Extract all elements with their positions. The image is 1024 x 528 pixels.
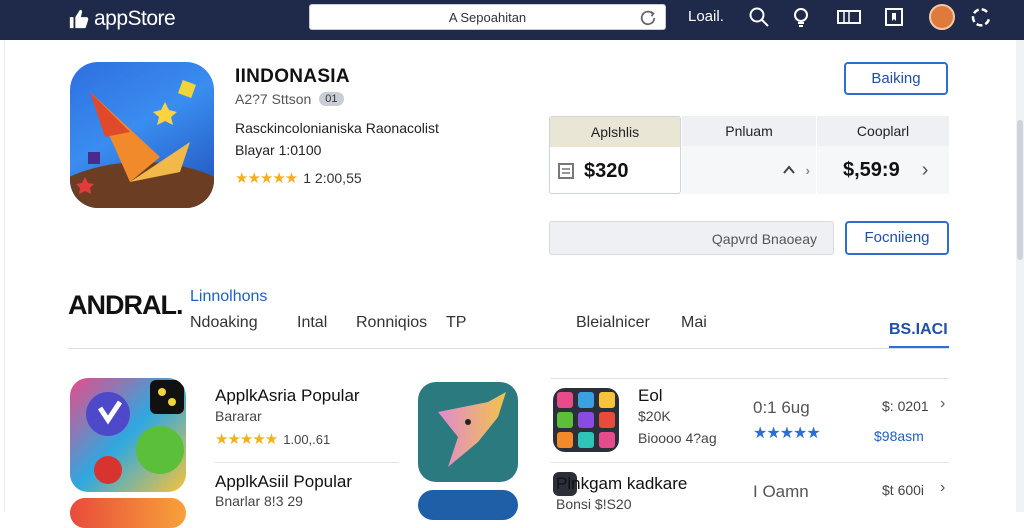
chevron-right-icon[interactable]: › xyxy=(940,395,945,413)
list-item-subtitle: $20K xyxy=(638,408,671,424)
list-item-title[interactable]: ApplkAsiil Popular xyxy=(215,472,352,492)
logo-text: appStore xyxy=(94,7,176,30)
price-value-text: $320 xyxy=(584,159,629,182)
chevron-right-icon[interactable]: › xyxy=(940,479,945,497)
refresh-icon[interactable] xyxy=(970,6,992,28)
list-item-subtitle: Bnarlar 8!3 29 xyxy=(215,493,303,509)
app-meta: A2?7 Sttson 01 xyxy=(235,91,344,107)
list-item-icon[interactable] xyxy=(70,498,186,528)
tab-active[interactable]: BS.IACI xyxy=(889,321,948,339)
rating-stars: ★★★★★ xyxy=(235,170,298,187)
list-item-score: I Oamn xyxy=(753,482,809,501)
search-bar[interactable]: A Sepoahitan xyxy=(309,4,666,30)
rating-text: 1 2:00,55 xyxy=(303,170,362,186)
price-column-header: Aplshlis xyxy=(550,117,680,147)
chevron-right-icon: › xyxy=(805,162,810,178)
price-column-header: Cooplarl xyxy=(817,116,949,146)
app-store-logo[interactable]: appStore xyxy=(68,5,176,33)
list-item-icon[interactable] xyxy=(418,490,518,520)
search-icon[interactable] xyxy=(748,6,770,28)
list-divider xyxy=(551,378,949,379)
tab-bleialnicer[interactable]: Bleialnicer xyxy=(576,314,650,332)
list-divider xyxy=(551,462,949,463)
price-table: Aplshlis $320 Pnluam › Cooplarl $,59:9 › xyxy=(549,116,949,194)
price-column-2[interactable]: Pnluam › xyxy=(682,116,816,194)
top-right-button[interactable]: Baiking xyxy=(844,62,948,95)
app-grid-icon xyxy=(557,392,615,448)
list-item-subtitle: Bararar xyxy=(215,408,262,424)
tab-tp[interactable]: TP xyxy=(446,314,466,332)
price-value: $320 xyxy=(550,147,680,195)
section-link[interactable]: Linnolhons xyxy=(190,288,267,306)
list-item-subtitle: Bonsi $!S20 xyxy=(556,496,632,512)
rocket-icon xyxy=(70,80,214,208)
list-item-title[interactable]: ApplkAsria Popular xyxy=(215,386,360,406)
promo-field-text: Qapvrd Bnaoeay xyxy=(711,231,817,247)
app-meta-text: A2?7 Sttson xyxy=(235,91,312,107)
list-item-icon[interactable] xyxy=(70,378,186,492)
price-value-text: $,59:9 xyxy=(843,158,900,181)
app-collage-icon xyxy=(86,380,184,484)
caret-up-icon xyxy=(782,165,795,174)
app-title: IINDONASIA xyxy=(235,66,350,87)
tab-mai[interactable]: Mai xyxy=(681,314,707,332)
refresh-icon[interactable] xyxy=(639,9,657,27)
list-item-subtitle: Bioooo 4?ag xyxy=(638,430,717,446)
list-item-title[interactable]: Eol xyxy=(638,386,663,406)
left-border xyxy=(4,40,5,512)
list-divider xyxy=(215,462,399,463)
list-item-price: $t 600i xyxy=(882,482,925,498)
list-icon xyxy=(558,163,574,179)
promo-field[interactable]: Qapvrd Bnaoeay xyxy=(549,221,834,255)
rating-text: 1.00,.61 xyxy=(283,431,331,447)
app-developer: Blayar 1:0100 xyxy=(235,142,322,158)
list-item-icon[interactable] xyxy=(553,388,619,452)
bird-app-icon[interactable] xyxy=(418,382,518,482)
tab-ronniqios[interactable]: Ronniqios xyxy=(356,314,427,332)
app-description: Rasckincolonianiska Raonacolist xyxy=(235,120,439,136)
scrollbar-thumb[interactable] xyxy=(1017,120,1023,260)
price-column-3[interactable]: Cooplarl $,59:9 › xyxy=(817,116,949,194)
rating-stars: ★★★★★ xyxy=(215,431,278,448)
list-item-score: 0:1 6ug xyxy=(753,398,810,417)
thumbs-up-icon xyxy=(69,9,89,29)
price-value: › xyxy=(682,146,816,194)
price-column-1[interactable]: Aplshlis $320 xyxy=(549,116,681,194)
rating-stars: ★★★★★ xyxy=(753,425,821,442)
version-badge: 01 xyxy=(319,92,344,106)
bird-icon xyxy=(438,392,506,467)
section-divider xyxy=(68,348,949,349)
tab-ndoaking[interactable]: Ndoaking xyxy=(190,314,258,332)
card-icon[interactable] xyxy=(836,6,862,28)
scrollbar-track[interactable] xyxy=(1016,40,1024,512)
lightbulb-icon[interactable] xyxy=(790,6,812,28)
search-input[interactable]: A Sepoahitan xyxy=(310,10,665,25)
bookmark-icon[interactable] xyxy=(883,6,905,28)
price-value: $,59:9 › xyxy=(817,146,949,194)
avatar[interactable] xyxy=(929,4,955,30)
secondary-button[interactable]: Focniieng xyxy=(845,221,949,255)
price-column-header: Pnluam xyxy=(682,116,816,146)
chevron-right-icon[interactable]: › xyxy=(922,159,929,182)
tab-intal[interactable]: Intal xyxy=(297,314,327,332)
list-item-link[interactable]: $98asm xyxy=(874,428,924,444)
list-item-rating: ★★★★★ 1.00,.61 xyxy=(215,430,330,448)
app-rating: ★★★★★ 1 2:00,55 xyxy=(235,169,362,187)
section-title: ANDRAL. xyxy=(68,290,183,320)
login-link[interactable]: Loail. xyxy=(688,8,724,25)
app-icon xyxy=(70,62,214,208)
list-item-price: $: 0201 xyxy=(882,398,929,414)
list-item-title[interactable]: Plnkgam kadkare xyxy=(556,474,687,494)
